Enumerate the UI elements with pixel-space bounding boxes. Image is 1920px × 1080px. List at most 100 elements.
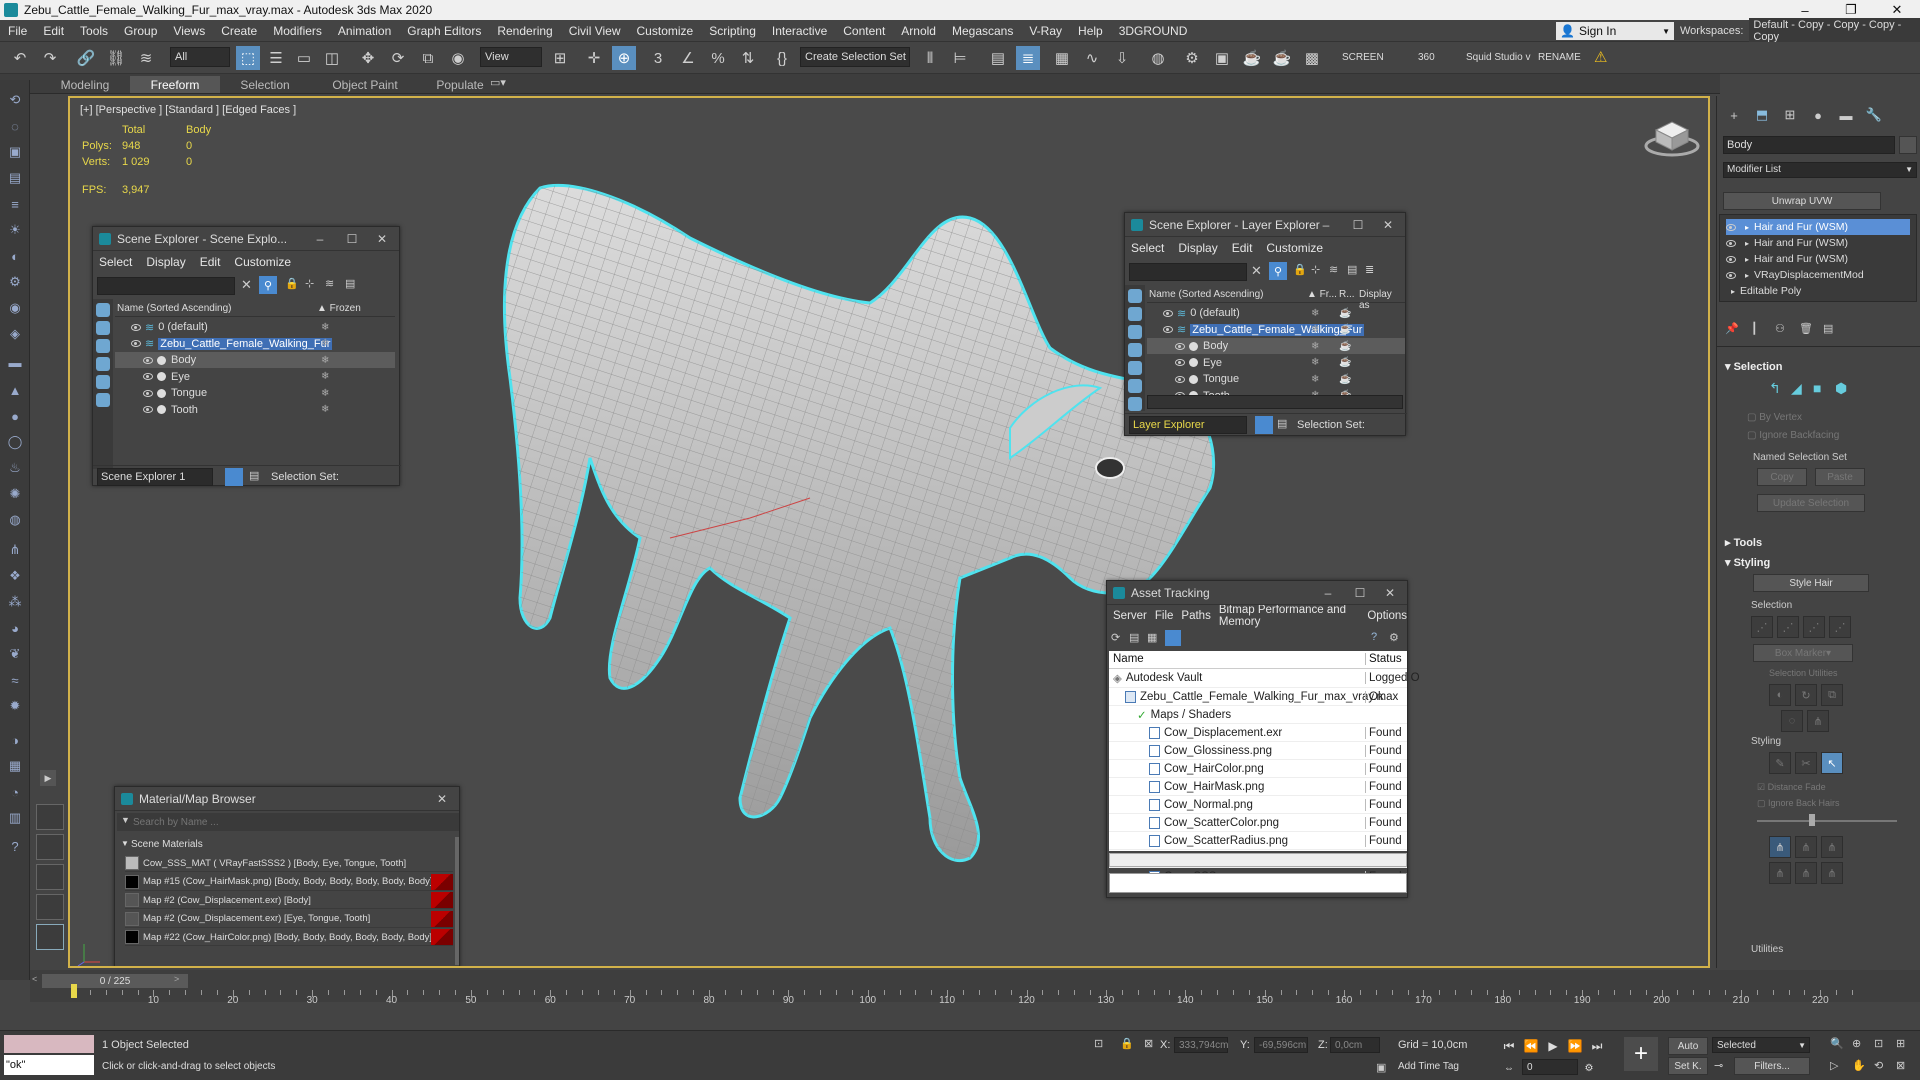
link-icon[interactable]: 🔗 [74, 46, 98, 70]
material-item[interactable]: Map #15 (Cow_HairMask.png) [Body, Body, … [125, 873, 453, 891]
object-color-swatch[interactable] [1899, 136, 1917, 154]
object-name-field[interactable]: Body [1723, 136, 1895, 154]
explorer-name-dropdown[interactable]: Scene Explorer 1 [97, 468, 213, 486]
menu-item-views[interactable]: Views [165, 24, 213, 38]
freeze-icon[interactable]: ❄ [1311, 374, 1319, 385]
goto-start-icon[interactable]: ⏮ [1500, 1037, 1518, 1055]
rotate-selection-icon[interactable]: ↻ [1795, 684, 1817, 706]
ribbon-tab-populate[interactable]: Populate [420, 76, 500, 93]
freeze-icon[interactable]: ❄ [321, 371, 329, 382]
modifier-toggle-icon[interactable] [1726, 255, 1736, 263]
modifier-list-dropdown[interactable]: Modifier List ▼ [1723, 162, 1917, 178]
scale-hair-icon[interactable]: ⋔ [1821, 862, 1843, 884]
explorer-name-dropdown[interactable]: Layer Explorer [1129, 416, 1247, 434]
toggle-ribbon-icon[interactable]: ▦ [1050, 46, 1074, 70]
selection-filter-dropdown[interactable]: All [170, 47, 230, 67]
squid-studio-label[interactable]: Squid Studio v [1466, 52, 1531, 63]
material-item[interactable]: Cow_SSS_MAT ( VRayFastSSS2 ) [Body, Eye,… [125, 855, 453, 872]
hair-brush-icon[interactable]: ✎ [1769, 752, 1791, 774]
teapot-icon[interactable]: ♨ [5, 458, 25, 478]
style-hair-button[interactable]: Style Hair [1753, 574, 1869, 592]
ribbon-tab-object-paint[interactable]: Object Paint [310, 76, 420, 93]
lock-icon[interactable]: 🔒 [1293, 263, 1307, 276]
tree-row[interactable]: ≋ Zebu_Cattle_Female_Walking_Fur ❄ [115, 336, 395, 352]
display-lights-icon[interactable] [96, 339, 110, 353]
column-frozen-header[interactable]: ▲ Frozen [317, 303, 361, 314]
help-icon[interactable]: ? [5, 836, 25, 856]
horizontal-scrollbar[interactable] [1147, 395, 1403, 409]
scene-explorer-search[interactable] [97, 277, 235, 295]
select-hair-icon[interactable]: ⋰ [1751, 616, 1773, 638]
menu-item-content[interactable]: Content [835, 24, 893, 38]
maximize-button[interactable]: ☐ [1345, 584, 1375, 602]
key-filters-icon[interactable]: ⊸ [1714, 1059, 1723, 1072]
visibility-eye-icon[interactable] [143, 389, 153, 397]
expand-arrow-icon[interactable]: ▸ [1731, 287, 1735, 296]
pin-stack-icon[interactable]: 📌 [1725, 322, 1739, 335]
layers-stack-icon[interactable]: ≣ [1365, 263, 1374, 276]
render-icon[interactable]: ☕ [1339, 324, 1351, 335]
layers-icon[interactable]: ≋ [325, 277, 334, 290]
puff-roots-icon[interactable]: ⋔ [1821, 836, 1843, 858]
material-item[interactable]: Map #22 (Cow_HairColor.png) [Body, Body,… [125, 929, 453, 946]
clear-icon[interactable]: ✕ [241, 277, 252, 293]
spacewarp-icon[interactable]: ◉ [5, 298, 25, 318]
close-button[interactable]: ✕ [427, 790, 457, 808]
help-icon[interactable]: ? [1371, 631, 1377, 643]
table-icon[interactable]: ▤ [1277, 417, 1287, 430]
rotate-icon[interactable]: ⟳ [386, 46, 410, 70]
scene-explorer-titlebar[interactable]: Scene Explorer - Scene Explo... – ☐ ✕ [93, 227, 399, 251]
menu-item-megascans[interactable]: Megascans [944, 24, 1021, 38]
360-label[interactable]: 360 [1418, 52, 1435, 63]
select-object-icon[interactable]: ⬚ [236, 46, 260, 70]
ref-coord-dropdown[interactable]: View [480, 47, 542, 67]
asset-row[interactable]: Cow_Normal.png Found [1109, 795, 1407, 813]
timeline-current-marker[interactable] [71, 984, 77, 998]
keyboard-shortcut-icon[interactable]: ⊕ [612, 46, 636, 70]
freeze-icon[interactable]: ❄ [1311, 357, 1319, 368]
menu-item-3dground[interactable]: 3DGROUND [1111, 24, 1196, 38]
by-vertex-checkbox[interactable]: ▢ By Vertex [1747, 412, 1802, 423]
render-iterative-icon[interactable]: ☕ [1270, 46, 1294, 70]
ribbon-options-icon[interactable]: ▭▾ [490, 76, 506, 89]
panel-icon[interactable]: ▤ [5, 168, 25, 188]
freeze-icon[interactable]: ❄ [321, 355, 329, 366]
hair-icon[interactable]: ⋔ [5, 540, 25, 560]
toggle-layer-explorer-icon[interactable]: ≣ [1016, 46, 1040, 70]
visibility-eye-icon[interactable] [1175, 359, 1185, 366]
freeze-icon[interactable]: ❄ [1311, 324, 1319, 335]
settings-icon[interactable]: ⚙ [1389, 631, 1399, 644]
visibility-eye-icon[interactable] [1175, 342, 1185, 350]
freeze-icon[interactable]: ❄ [1311, 308, 1319, 319]
mirror-icon[interactable]: ⫴ [918, 46, 942, 70]
x-coordinate-field[interactable]: 333,794cm [1174, 1037, 1228, 1053]
grid-view-icon[interactable]: ▦ [1147, 631, 1157, 644]
window-crossing-icon[interactable]: ◫ [320, 46, 344, 70]
viewcube-icon[interactable] [1642, 112, 1702, 162]
workspaces-selector[interactable]: Workspaces: Default - Copy - Copy - Copy… [1680, 18, 1920, 44]
menu-item-group[interactable]: Group [116, 24, 165, 38]
modifier-stack-item[interactable]: ▸ Hair and Fur (WSM) [1726, 219, 1910, 235]
visibility-eye-icon[interactable] [131, 340, 141, 347]
clump-icon[interactable]: ⋔ [1769, 862, 1791, 884]
select-tips-icon[interactable]: ⋰ [1777, 616, 1799, 638]
modifier-toggle-icon[interactable] [1726, 223, 1736, 231]
systems-icon[interactable]: ◈ [5, 324, 25, 344]
zoom-icon[interactable]: 🔍 [1830, 1037, 1844, 1050]
visibility-eye-icon[interactable] [143, 373, 153, 380]
menu-item-tools[interactable]: Tools [72, 24, 116, 38]
undo-icon[interactable]: ↶ [8, 46, 32, 70]
panel-menu-display[interactable]: Display [1178, 241, 1217, 255]
panel-menu-edit[interactable]: Edit [200, 255, 221, 269]
create-icon[interactable]: ⟲ [5, 90, 25, 110]
update-selection-button[interactable]: Update Selection [1757, 494, 1865, 512]
rect-selection-icon[interactable]: ▭ [292, 46, 316, 70]
render-icon[interactable]: ☕ [1339, 308, 1351, 319]
scale-icon[interactable]: ⧉ [416, 46, 440, 70]
helpers-icon[interactable]: ⚙ [5, 272, 25, 292]
close-button[interactable]: ✕ [1874, 0, 1920, 20]
align-icon[interactable]: ⊨ [948, 46, 972, 70]
menu-item-graph-editors[interactable]: Graph Editors [399, 24, 489, 38]
unlink-icon[interactable]: ⛓ [104, 46, 128, 70]
column-status-header[interactable]: Status [1365, 653, 1402, 665]
